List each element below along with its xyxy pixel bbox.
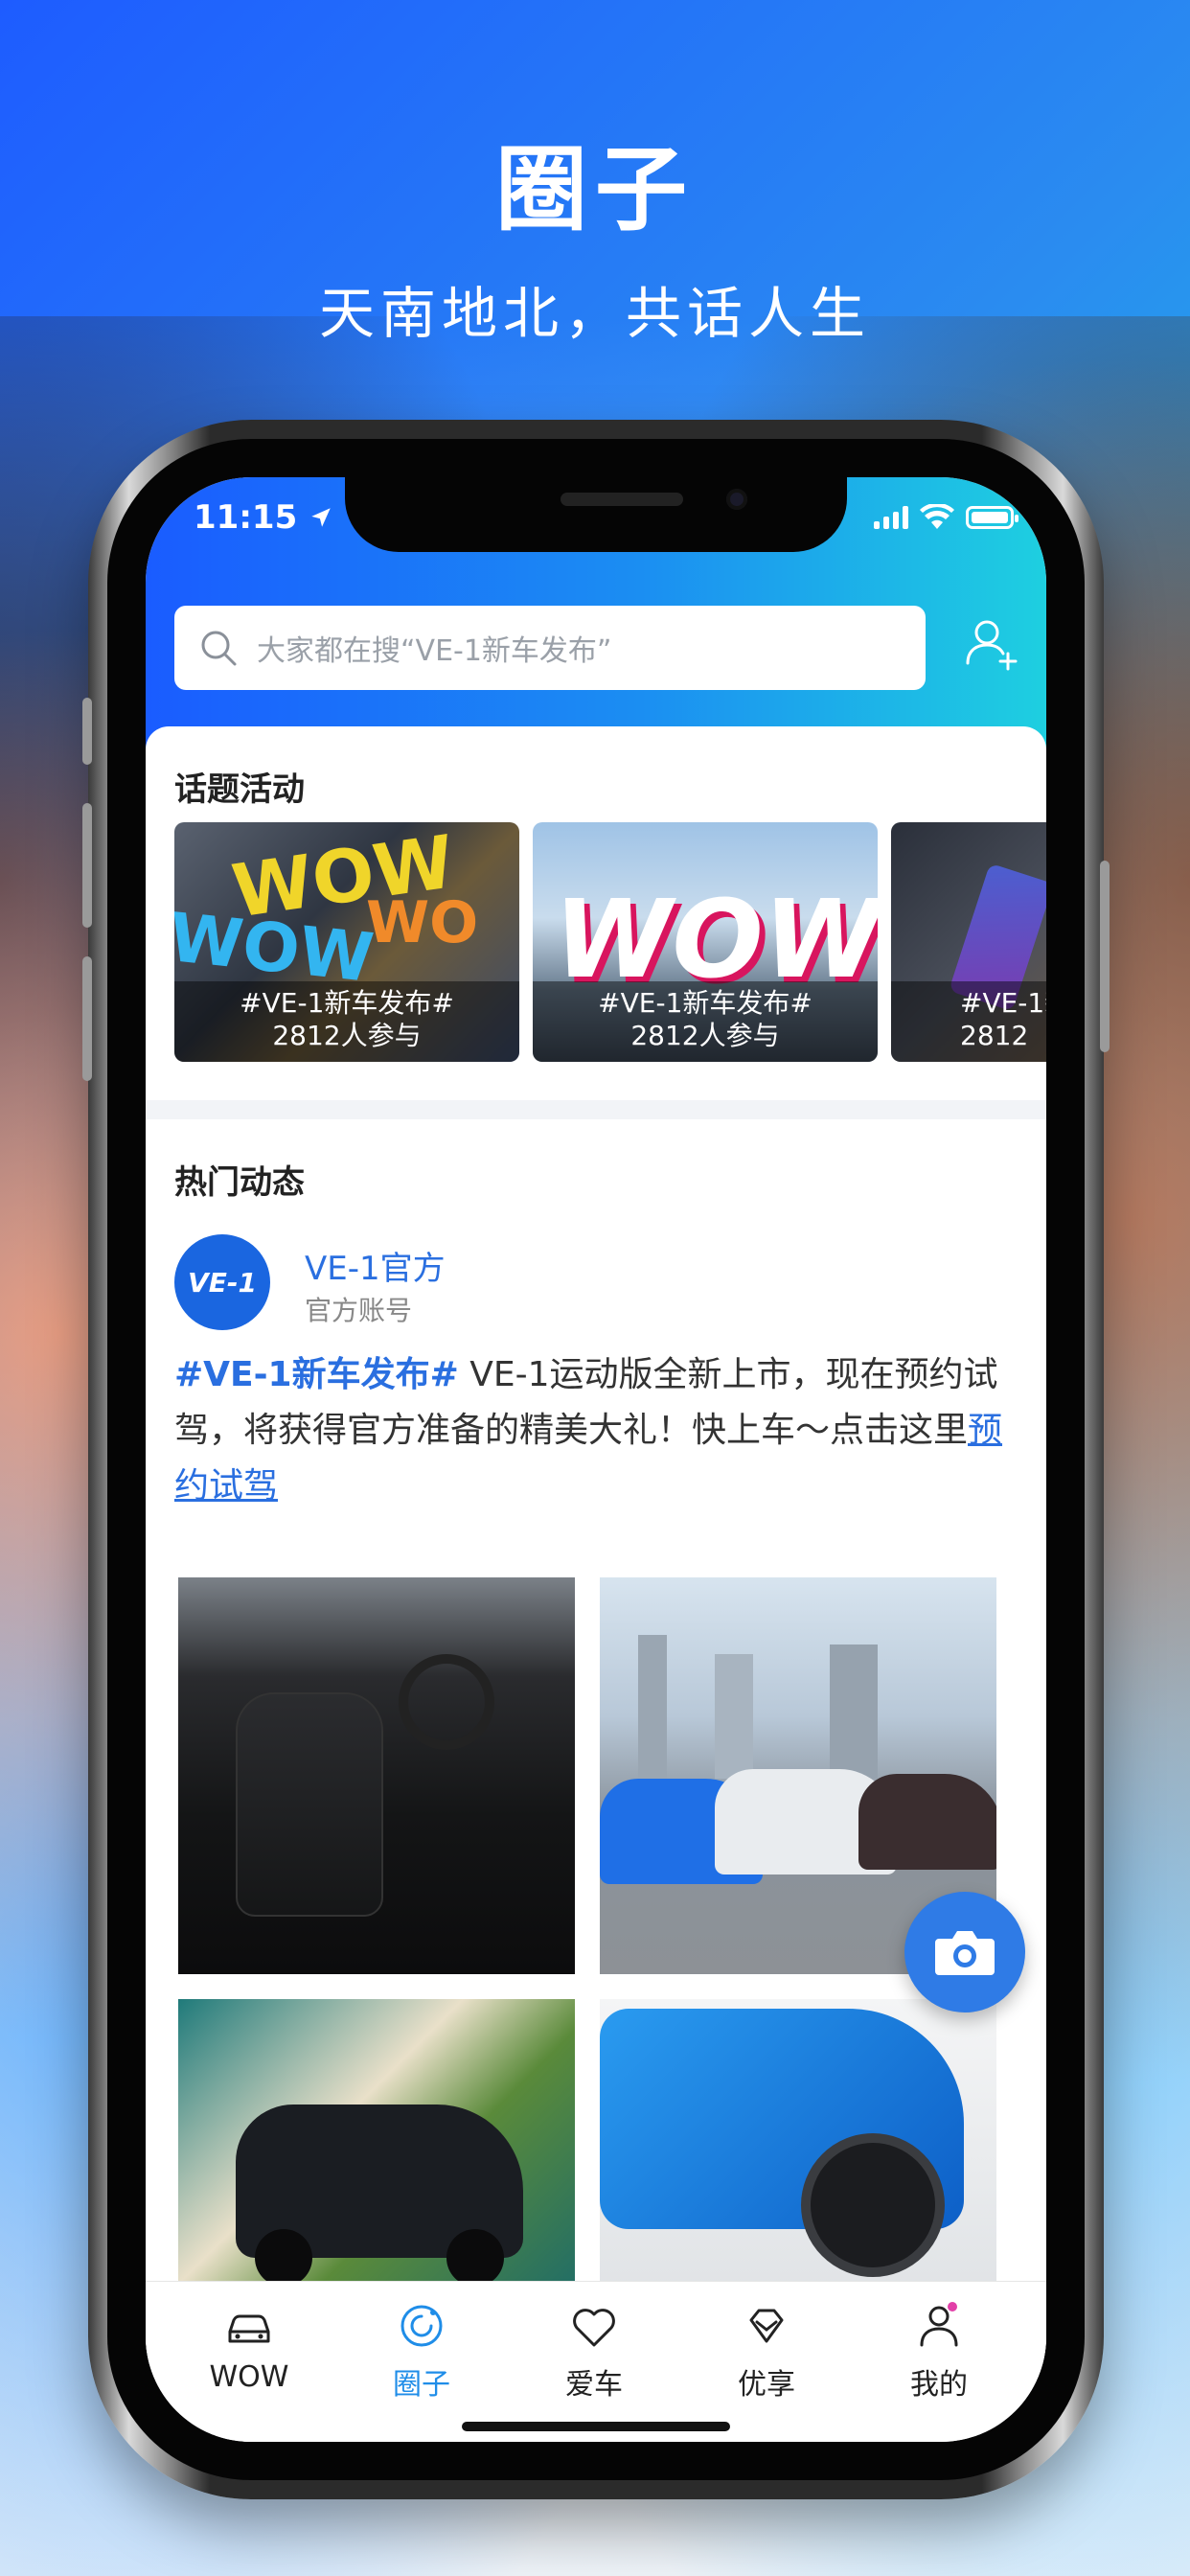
topic-card[interactable]: WOW #VE-1新车发布# 2812人参与: [533, 822, 878, 1062]
add-user-icon[interactable]: [962, 613, 1023, 675]
volume-down-button: [82, 956, 92, 1081]
topics-section: 话题活动 WOW WOW WO #VE-1新车发布# 2812人参与 WOW #…: [146, 726, 1046, 1100]
tab-benefits[interactable]: 优享: [695, 2297, 838, 2403]
search-input[interactable]: 大家都在搜“VE-1新车发布”: [257, 627, 611, 669]
hero-title: 圈子: [495, 136, 695, 243]
wifi-icon: [920, 504, 954, 529]
topic-caption: #VE-1新车发布# 2812人参与: [533, 981, 878, 1062]
status-icons: [874, 504, 1018, 531]
signal-icon: [874, 506, 908, 529]
topic-caption: #VE-1新车发布# 2812人参与: [174, 981, 519, 1062]
topic-carousel[interactable]: WOW WOW WO #VE-1新车发布# 2812人参与 WOW #VE-1新…: [174, 822, 1046, 1062]
notch: [345, 477, 847, 552]
status-time: 11:15: [194, 498, 333, 537]
camera-button[interactable]: [904, 1892, 1025, 2012]
heart-icon: [573, 2309, 615, 2347]
camera-icon: [935, 1931, 995, 1975]
hero-subtitle: 天南地北，共话人生: [318, 281, 871, 346]
topic-card[interactable]: #VE-1新 2812: [891, 822, 1046, 1062]
volume-up-button: [82, 803, 92, 928]
home-indicator: [462, 2422, 730, 2431]
author-tag: 官方账号: [305, 1295, 413, 1326]
car-icon: [228, 2314, 270, 2343]
topics-title: 话题活动: [174, 770, 305, 809]
feed-title: 热门动态: [174, 1163, 305, 1202]
app-screen: 11:15 大家都在搜“VE-1新车发布” 话题活动 WOW WOW WO #V…: [146, 477, 1046, 2442]
post-text: #VE-1新车发布# VE-1运动版全新上市，现在预约试驾，将获得官方准备的精美…: [174, 1347, 1018, 1514]
post-photo[interactable]: [178, 1999, 575, 2315]
search-icon: [201, 631, 237, 666]
feed-section: 热门动态 VE-1 VE-1官方 官方账号 #VE-1新车发布# VE-1运动版…: [146, 1119, 1046, 2365]
avatar[interactable]: VE-1: [174, 1234, 270, 1330]
tab-bar: WOW 圈子 爱车 优享 我的: [146, 2281, 1046, 2442]
user-icon: [920, 2302, 958, 2347]
tab-wow[interactable]: WOW: [177, 2297, 321, 2394]
author-name[interactable]: VE-1官方: [305, 1242, 446, 1289]
speaker: [561, 493, 683, 506]
power-button: [1100, 861, 1110, 1052]
tab-profile[interactable]: 我的: [867, 2297, 1011, 2403]
post-hashtag[interactable]: #VE-1新车发布#: [174, 1355, 459, 1394]
topic-caption: #VE-1新 2812: [891, 981, 1046, 1062]
post-photo[interactable]: [178, 1577, 575, 1974]
phone-frame: 11:15 大家都在搜“VE-1新车发布” 话题活动 WOW WOW WO #V…: [82, 420, 1110, 2499]
battery-icon: [966, 506, 1018, 529]
diamond-icon: [749, 2309, 784, 2343]
post-photo[interactable]: [600, 1999, 996, 2315]
circle-icon: [400, 2305, 443, 2347]
search-bar[interactable]: 大家都在搜“VE-1新车发布”: [174, 606, 926, 690]
silent-switch: [82, 698, 92, 765]
front-camera: [726, 489, 747, 510]
topic-card[interactable]: WOW WOW WO #VE-1新车发布# 2812人参与: [174, 822, 519, 1062]
tab-circle[interactable]: 圈子: [350, 2297, 493, 2403]
tab-my-car[interactable]: 爱车: [522, 2297, 666, 2403]
location-arrow-icon: [311, 508, 331, 527]
